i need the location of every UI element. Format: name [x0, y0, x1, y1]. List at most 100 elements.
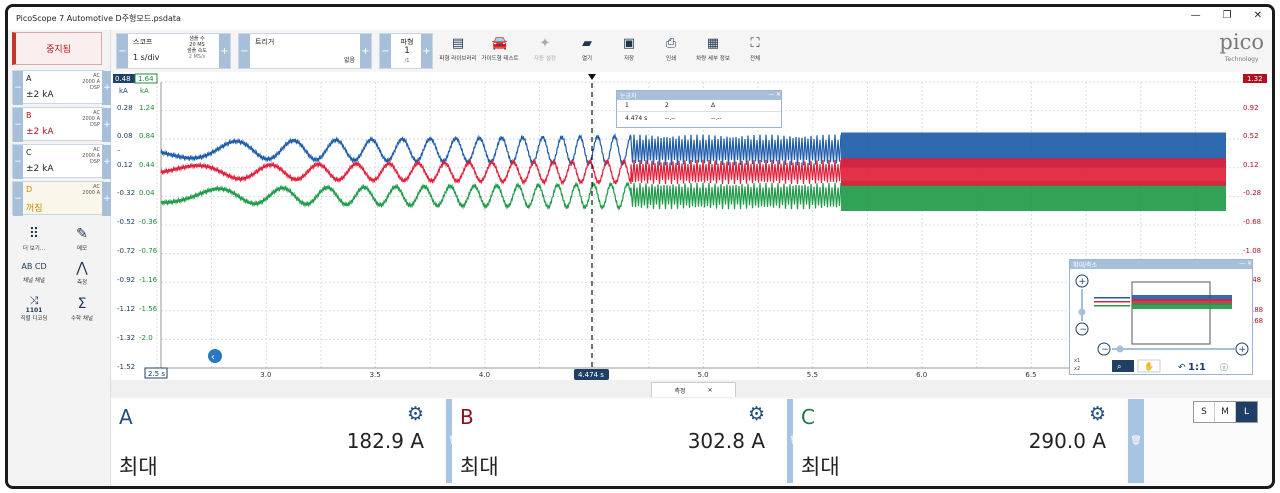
close-button[interactable]: ✕ — [1254, 10, 1262, 21]
serial-icon: ⤨ — [29, 294, 39, 307]
hand-icon: ✋ — [1144, 361, 1154, 371]
zoom-close-icon[interactable]: — ✕ — [1239, 260, 1252, 269]
axis-a-tick: -0.92 — [117, 276, 135, 284]
zoom-overview[interactable]: 확대/축소 — ✕ + − − + x1 x2 ⌕ ✋ ↶ 1:1 ⓘ — [1069, 259, 1253, 375]
gear-icon[interactable]: ⚙ — [407, 403, 424, 425]
trigger-prev-button[interactable]: − — [239, 34, 250, 68]
measurement-function: 최대 — [119, 455, 158, 479]
axis-b-unit: kA — [140, 87, 149, 95]
measurements-tab[interactable]: 측정 ✕ — [651, 382, 736, 397]
sigma-icon: Σ — [77, 296, 87, 312]
cursor-handle-top[interactable] — [588, 74, 596, 80]
title-bar: PicoScope 7 Automotive D주형모드.psdata — ❐ … — [8, 7, 1272, 30]
measurement-card-b[interactable]: B ⚙ 302.8 A 최대 🗑 — [452, 399, 803, 483]
axis-b-top: 1.64 — [138, 75, 154, 83]
axis-a-tick: -0.52 — [117, 218, 135, 226]
zoom-header: 확대/축소 — ✕ — [1070, 260, 1252, 269]
range-down-button[interactable]: − — [13, 182, 23, 216]
minimize-button[interactable]: — — [1191, 10, 1201, 21]
axis-right-top: 1.32 — [1247, 75, 1263, 83]
waveform-library-button[interactable]: ▤ 파형 라이브러리 — [436, 36, 480, 62]
card-size-selector[interactable]: S M L — [1193, 401, 1258, 423]
magnifier-icon: ⌕ — [1117, 362, 1121, 371]
fullscreen-button[interactable]: ⛶ 전체 — [733, 36, 777, 62]
axis-b-tick: -2.0 — [139, 334, 153, 342]
axis-right-tick: -0.68 — [1243, 218, 1261, 226]
scope-view[interactable]: 0.48 1.64 kA kA 0.28 0.08–0.12 -0.32 -0.52-… — [111, 72, 1272, 380]
channel-c-control[interactable]: − C ±2 kA AC 2000 A DSP + — [12, 144, 112, 179]
trigger-mode[interactable]: 없음 — [344, 55, 355, 64]
size-large-button[interactable]: L — [1236, 402, 1257, 422]
svg-text:−: − — [1102, 345, 1110, 355]
channel-range: ±2 kA — [26, 90, 54, 100]
trigger-next-button[interactable]: + — [360, 34, 371, 68]
vertical-zoom-slider[interactable] — [1078, 308, 1086, 316]
svg-text:+: + — [1239, 345, 1247, 355]
zoom-x1-label: x1 — [1074, 358, 1080, 364]
vehicle-details-button[interactable]: ▦ 차량 세부 정보 — [691, 36, 735, 62]
gear-icon[interactable]: ⚙ — [748, 403, 765, 425]
range-down-button[interactable]: − — [13, 145, 23, 179]
app-window: PicoScope 7 Automotive D주형모드.psdata — ❐ … — [5, 4, 1275, 489]
delete-measurement-button[interactable]: 🗑 — [1128, 399, 1144, 483]
channel-d-control[interactable]: − D 꺼짐 AC 2000 A + — [12, 181, 112, 216]
print-button[interactable]: ⎙ 인쇄 — [649, 36, 693, 62]
info-icon[interactable]: ⓘ — [1220, 363, 1228, 372]
ruler-close-icon[interactable]: — ✕ — [768, 91, 781, 100]
zoom-ratio[interactable]: 1:1 — [1188, 362, 1206, 373]
axis-a-tick: -0.32 — [117, 189, 135, 197]
restore-button[interactable]: ❐ — [1223, 10, 1232, 21]
timebase-value[interactable]: 1 s/div — [133, 53, 160, 62]
zoom-tool-button[interactable] — [1112, 360, 1134, 372]
more-button[interactable]: ⠿ 더 보기... — [12, 226, 56, 252]
ruler-table[interactable]: 눈금자 — ✕ 1 2 Δ 4.474 s --.-- --.-- — [616, 90, 782, 128]
zoom-viewport-rect[interactable] — [1131, 281, 1211, 345]
zoom-x2-label: x2 — [1074, 366, 1080, 372]
timebase-up-button[interactable]: + — [219, 34, 230, 68]
zoom-trace-band — [1210, 303, 1232, 309]
zoom-map[interactable]: + − − + x1 x2 ⌕ ✋ ↶ 1:1 ⓘ — [1070, 269, 1252, 374]
ruler-value2: --.-- — [665, 114, 676, 122]
channel-a-control[interactable]: − A ±2 kA AC 2000 A DSP + — [12, 70, 112, 105]
math-channel-button[interactable]: Σ 수학 채널 — [60, 296, 104, 322]
waveform-next-button[interactable]: + — [421, 34, 432, 68]
save-button[interactable]: ▣ 저장 — [607, 36, 651, 62]
guided-test-button[interactable]: 🚘 가이드형 테스트 — [478, 36, 522, 62]
close-icon[interactable]: ✕ — [708, 387, 713, 394]
undo-icon[interactable]: ↶ — [1178, 363, 1186, 373]
axis-b-tick: 0.44 — [139, 161, 155, 169]
axis-right-extra: .88 — [1252, 306, 1263, 314]
measure-button[interactable]: ⋀ 측정 — [60, 260, 104, 286]
measurement-function: 최대 — [460, 455, 499, 479]
size-medium-button[interactable]: M — [1215, 402, 1236, 422]
measurement-card-a[interactable]: A ⚙ 182.9 A 최대 🗑 — [111, 399, 462, 483]
reference-button[interactable]: AB CD 채널 채널 — [12, 260, 56, 284]
sample-info[interactable]: 샘플 수 20 MS 샘플 속도 2 MS/s — [187, 36, 207, 60]
gear-icon[interactable]: ⚙ — [1089, 403, 1106, 425]
horizontal-zoom-slider[interactable] — [1116, 345, 1124, 353]
trigger-settings[interactable]: − 트리거 없음 + — [238, 33, 372, 69]
channel-b-control[interactable]: − B ±2 kA AC 2000 A DSP + — [12, 107, 112, 142]
size-small-button[interactable]: S — [1194, 402, 1215, 422]
measurement-card-c[interactable]: C ⚙ 290.0 A 최대 🗑 — [793, 399, 1144, 483]
auto-setup-button[interactable]: ✦ 자동 설정 — [523, 36, 567, 62]
x-tick: 4.0 — [479, 371, 490, 379]
memo-button[interactable]: ✎ 메모 — [60, 226, 104, 252]
scope-settings[interactable]: − 스코프 1 s/div 샘플 수 20 MS 샘플 속도 2 MS/s + — [116, 33, 231, 69]
waveform-selector[interactable]: − 파형 1 /1 + — [379, 33, 433, 69]
x-tick: 5.5 — [807, 371, 818, 379]
serial-decode-button[interactable]: ⤨ 1101 직렬 디코딩 — [12, 294, 56, 322]
ruler-col2: 2 — [665, 102, 669, 109]
library-icon: ▤ — [451, 36, 465, 51]
fullscreen-icon: ⛶ — [750, 36, 760, 51]
range-down-button[interactable]: − — [13, 71, 23, 105]
open-button[interactable]: ▰ 열기 — [565, 36, 609, 62]
axis-a-tick: 0.28 — [117, 104, 133, 112]
chevron-left-icon: ‹ — [211, 352, 215, 363]
start-stop-button[interactable]: 중지됨 — [12, 32, 102, 65]
ruler-value3: --.-- — [711, 114, 722, 122]
range-down-button[interactable]: − — [13, 108, 23, 142]
timebase-down-button[interactable]: − — [117, 34, 128, 68]
printer-icon: ⎙ — [665, 36, 677, 51]
channel-range: ±2 kA — [26, 164, 54, 174]
